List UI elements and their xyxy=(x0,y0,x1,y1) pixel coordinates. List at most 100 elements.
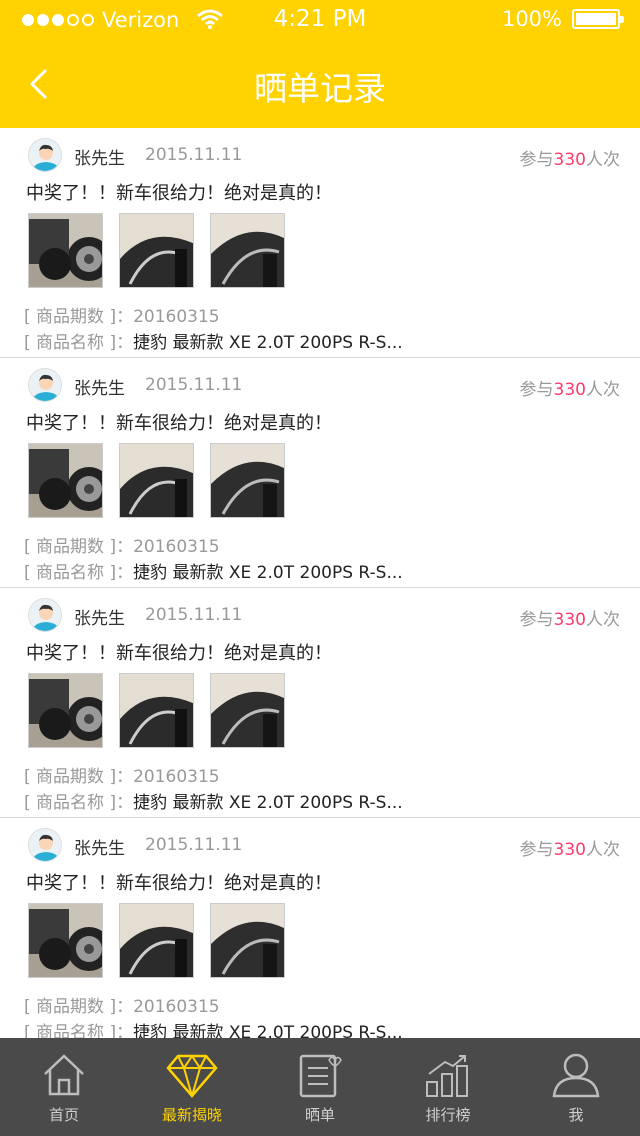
battery-icon xyxy=(572,9,624,29)
join-prefix: 参与 xyxy=(519,610,554,630)
list-item[interactable]: 张先生 2015.11.11 参与330人次 中奖了！！新车很给力！绝对是真的！… xyxy=(0,358,640,588)
list-item[interactable]: 张先生 2015.11.11 参与330人次 中奖了！！新车很给力！绝对是真的！… xyxy=(0,128,640,358)
photo-thumbnail[interactable] xyxy=(119,673,194,748)
product-period-value: 20160315 xyxy=(133,997,220,1017)
battery-status: 100% xyxy=(501,7,624,31)
notes-icon xyxy=(299,1054,342,1098)
tab-me[interactable]: 我 xyxy=(512,1038,640,1136)
status-bar: Verizon 4:21 PM 100% xyxy=(0,0,640,40)
join-count-text: 参与330人次 xyxy=(520,145,620,170)
post-content: 中奖了！！新车很给力！绝对是真的！ xyxy=(26,413,332,434)
tab-label: 我 xyxy=(568,1106,584,1124)
photo-thumbnail[interactable] xyxy=(119,443,194,518)
tab-label: 晒单 xyxy=(304,1106,335,1124)
post-content: 中奖了！！新车很给力！绝对是真的！ xyxy=(26,183,332,204)
tab-ranking[interactable]: 排行榜 xyxy=(384,1038,512,1136)
product-period-value: 20160315 xyxy=(133,307,220,327)
join-prefix: 参与 xyxy=(519,150,554,170)
join-count: 330 xyxy=(553,610,586,630)
product-period: [ 商品期数 ]：20160315 xyxy=(24,302,220,327)
user-avatar-icon xyxy=(29,599,61,631)
join-prefix: 参与 xyxy=(519,380,554,400)
post-date: 2015.11.11 xyxy=(145,145,243,165)
tab-label: 首页 xyxy=(48,1106,79,1124)
product-period-label: [ 商品期数 ]： xyxy=(24,997,134,1017)
product-name: [ 商品名称 ]：捷豹 最新款 XE 2.0T 200PS R-S... xyxy=(24,788,403,813)
product-name-value: 捷豹 最新款 XE 2.0T 200PS R-S... xyxy=(133,1023,403,1038)
photo-thumbnail[interactable] xyxy=(28,443,103,518)
product-period: [ 商品期数 ]：20160315 xyxy=(24,762,220,787)
join-count-text: 参与330人次 xyxy=(520,835,620,860)
user-icon xyxy=(552,1053,600,1098)
user-avatar-icon xyxy=(29,139,61,171)
chart-icon xyxy=(426,1055,468,1097)
photo-thumbnail[interactable] xyxy=(210,903,285,978)
username: 张先生 xyxy=(74,609,125,629)
photo-thumbnail[interactable] xyxy=(28,213,103,288)
page-title: 晒单记录 xyxy=(254,69,386,108)
tab-share[interactable]: 晒单 xyxy=(256,1038,384,1136)
product-period-label: [ 商品期数 ]： xyxy=(24,767,134,787)
user-avatar-icon xyxy=(29,369,61,401)
product-name-label: [ 商品名称 ]： xyxy=(24,1023,134,1038)
photo-row xyxy=(28,443,285,518)
photo-thumbnail[interactable] xyxy=(210,213,285,288)
product-period: [ 商品期数 ]：20160315 xyxy=(24,532,220,557)
list-item[interactable]: 张先生 2015.11.11 参与330人次 中奖了！！新车很给力！绝对是真的！… xyxy=(0,588,640,818)
product-name-label: [ 商品名称 ]： xyxy=(24,563,134,583)
tab-label: 最新揭晓 xyxy=(161,1106,222,1124)
avatar[interactable] xyxy=(28,138,62,172)
post-date: 2015.11.11 xyxy=(145,605,243,625)
product-name-value: 捷豹 最新款 XE 2.0T 200PS R-S... xyxy=(133,563,403,583)
product-period-label: [ 商品期数 ]： xyxy=(24,537,134,557)
join-suffix: 人次 xyxy=(586,610,620,630)
join-count-text: 参与330人次 xyxy=(520,375,620,400)
diamond-icon xyxy=(166,1054,218,1098)
tab-latest-announced[interactable]: 最新揭晓 xyxy=(128,1038,256,1136)
join-prefix: 参与 xyxy=(519,840,554,860)
photo-thumbnail[interactable] xyxy=(28,673,103,748)
username: 张先生 xyxy=(74,379,125,399)
photo-thumbnail[interactable] xyxy=(210,443,285,518)
join-suffix: 人次 xyxy=(586,150,620,170)
tab-label: 排行榜 xyxy=(425,1106,471,1124)
product-name-label: [ 商品名称 ]： xyxy=(24,333,134,353)
product-period-value: 20160315 xyxy=(133,537,220,557)
product-name-label: [ 商品名称 ]： xyxy=(24,793,134,813)
product-period-label: [ 商品期数 ]： xyxy=(24,307,134,327)
post-content: 中奖了！！新车很给力！绝对是真的！ xyxy=(26,873,332,894)
join-count: 330 xyxy=(553,380,586,400)
list-item[interactable]: 张先生 2015.11.11 参与330人次 中奖了！！新车很给力！绝对是真的！… xyxy=(0,818,640,1038)
username: 张先生 xyxy=(74,839,125,859)
join-suffix: 人次 xyxy=(586,840,620,860)
photo-row xyxy=(28,673,285,748)
photo-thumbnail[interactable] xyxy=(28,903,103,978)
top-bar: Verizon 4:21 PM 100% 晒单记录 xyxy=(0,0,640,128)
tab-bar: 首页 最新揭晓 晒单 排行榜 我 xyxy=(0,1038,640,1136)
product-name-value: 捷豹 最新款 XE 2.0T 200PS R-S... xyxy=(133,333,403,353)
photo-row xyxy=(28,213,285,288)
product-name: [ 商品名称 ]：捷豹 最新款 XE 2.0T 200PS R-S... xyxy=(24,1018,403,1038)
product-name: [ 商品名称 ]：捷豹 最新款 XE 2.0T 200PS R-S... xyxy=(24,558,403,583)
post-date: 2015.11.11 xyxy=(145,835,243,855)
post-date: 2015.11.11 xyxy=(145,375,243,395)
product-period-value: 20160315 xyxy=(133,767,220,787)
username: 张先生 xyxy=(74,149,125,169)
avatar[interactable] xyxy=(28,598,62,632)
photo-thumbnail[interactable] xyxy=(210,673,285,748)
avatar[interactable] xyxy=(28,828,62,862)
avatar[interactable] xyxy=(28,368,62,402)
product-name-value: 捷豹 最新款 XE 2.0T 200PS R-S... xyxy=(133,793,403,813)
battery-percent: 100% xyxy=(501,7,562,31)
photo-row xyxy=(28,903,285,978)
join-count: 330 xyxy=(553,150,586,170)
photo-thumbnail[interactable] xyxy=(119,213,194,288)
product-period: [ 商品期数 ]：20160315 xyxy=(24,992,220,1017)
join-count-text: 参与330人次 xyxy=(520,605,620,630)
photo-thumbnail[interactable] xyxy=(119,903,194,978)
post-content: 中奖了！！新车很给力！绝对是真的！ xyxy=(26,643,332,664)
share-record-list[interactable]: 张先生 2015.11.11 参与330人次 中奖了！！新车很给力！绝对是真的！… xyxy=(0,128,640,1038)
user-avatar-icon xyxy=(29,829,61,861)
join-count: 330 xyxy=(553,840,586,860)
tab-home[interactable]: 首页 xyxy=(0,1038,128,1136)
